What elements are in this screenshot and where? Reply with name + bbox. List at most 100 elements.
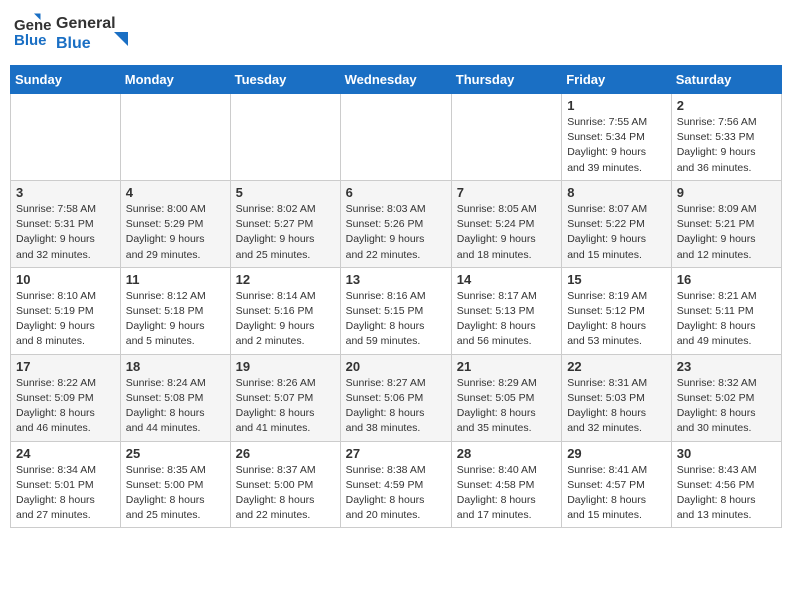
weekday-friday: Friday — [562, 66, 672, 94]
day-number: 18 — [126, 359, 225, 374]
day-info: Sunrise: 8:29 AM Sunset: 5:05 PM Dayligh… — [457, 376, 556, 437]
day-info: Sunrise: 8:37 AM Sunset: 5:00 PM Dayligh… — [236, 463, 335, 524]
calendar-cell: 23 Sunrise: 8:32 AM Sunset: 5:02 PM Dayli… — [671, 354, 781, 441]
weekday-sunday: Sunday — [11, 66, 121, 94]
day-info: Sunrise: 8:19 AM Sunset: 5:12 PM Dayligh… — [567, 289, 666, 350]
day-info: Sunrise: 8:05 AM Sunset: 5:24 PM Dayligh… — [457, 202, 556, 263]
day-info: Sunrise: 8:07 AM Sunset: 5:22 PM Dayligh… — [567, 202, 666, 263]
calendar-cell: 22Sunrise: 8:31 AM Sunset: 5:03 PM Dayli… — [562, 354, 672, 441]
calendar-cell: 28 Sunrise: 8:40 AM Sunset: 4:58 PM Dayli… — [451, 441, 561, 528]
calendar-cell: 19 Sunrise: 8:26 AM Sunset: 5:07 PM Dayli… — [230, 354, 340, 441]
calendar-cell — [340, 94, 451, 181]
logo: General Blue General Blue — [14, 10, 146, 57]
calendar-week-1: 1 Sunrise: 7:55 AM Sunset: 5:34 PM Daylig… — [11, 94, 782, 181]
day-info: Sunrise: 8:00 AM Sunset: 5:29 PM Dayligh… — [126, 202, 225, 263]
calendar-cell: 15 Sunrise: 8:19 AM Sunset: 5:12 PM Dayli… — [562, 267, 672, 354]
weekday-saturday: Saturday — [671, 66, 781, 94]
calendar-cell: 25Sunrise: 8:35 AM Sunset: 5:00 PM Dayli… — [120, 441, 230, 528]
calendar-cell: 29Sunrise: 8:41 AM Sunset: 4:57 PM Dayli… — [562, 441, 672, 528]
day-number: 13 — [346, 272, 446, 287]
day-info: Sunrise: 8:27 AM Sunset: 5:06 PM Dayligh… — [346, 376, 446, 437]
calendar-week-2: 3 Sunrise: 7:58 AM Sunset: 5:31 PM Daylig… — [11, 180, 782, 267]
day-number: 1 — [567, 98, 666, 113]
day-number: 15 — [567, 272, 666, 287]
day-number: 14 — [457, 272, 556, 287]
calendar-cell: 16 Sunrise: 8:21 AM Sunset: 5:11 PM Dayli… — [671, 267, 781, 354]
svg-text:General: General — [56, 15, 116, 32]
day-info: Sunrise: 7:58 AM Sunset: 5:31 PM Dayligh… — [16, 202, 115, 263]
day-number: 26 — [236, 446, 335, 461]
day-number: 27 — [346, 446, 446, 461]
day-number: 21 — [457, 359, 556, 374]
day-number: 4 — [126, 185, 225, 200]
calendar-cell: 2Sunrise: 7:56 AM Sunset: 5:33 PM Daylig… — [671, 94, 781, 181]
day-info: Sunrise: 8:21 AM Sunset: 5:11 PM Dayligh… — [677, 289, 776, 350]
calendar-cell: 17 Sunrise: 8:22 AM Sunset: 5:09 PM Dayli… — [11, 354, 121, 441]
weekday-header-row: SundayMondayTuesdayWednesdayThursdayFrid… — [11, 66, 782, 94]
weekday-monday: Monday — [120, 66, 230, 94]
calendar-cell: 27 Sunrise: 8:38 AM Sunset: 4:59 PM Dayli… — [340, 441, 451, 528]
day-number: 28 — [457, 446, 556, 461]
calendar-cell: 21 Sunrise: 8:29 AM Sunset: 5:05 PM Dayli… — [451, 354, 561, 441]
day-number: 12 — [236, 272, 335, 287]
calendar-cell: 3 Sunrise: 7:58 AM Sunset: 5:31 PM Daylig… — [11, 180, 121, 267]
day-info: Sunrise: 8:31 AM Sunset: 5:03 PM Dayligh… — [567, 376, 666, 437]
day-number: 11 — [126, 272, 225, 287]
logo-text-block: General Blue — [56, 10, 146, 57]
day-info: Sunrise: 8:40 AM Sunset: 4:58 PM Dayligh… — [457, 463, 556, 524]
day-info: Sunrise: 8:41 AM Sunset: 4:57 PM Dayligh… — [567, 463, 666, 524]
day-number: 5 — [236, 185, 335, 200]
day-info: Sunrise: 8:32 AM Sunset: 5:02 PM Dayligh… — [677, 376, 776, 437]
day-info: Sunrise: 8:35 AM Sunset: 5:00 PM Dayligh… — [126, 463, 225, 524]
weekday-thursday: Thursday — [451, 66, 561, 94]
day-info: Sunrise: 8:43 AM Sunset: 4:56 PM Dayligh… — [677, 463, 776, 524]
calendar-cell — [230, 94, 340, 181]
day-info: Sunrise: 8:22 AM Sunset: 5:09 PM Dayligh… — [16, 376, 115, 437]
day-info: Sunrise: 8:26 AM Sunset: 5:07 PM Dayligh… — [236, 376, 335, 437]
day-number: 16 — [677, 272, 776, 287]
day-number: 8 — [567, 185, 666, 200]
calendar-cell: 14Sunrise: 8:17 AM Sunset: 5:13 PM Dayli… — [451, 267, 561, 354]
weekday-wednesday: Wednesday — [340, 66, 451, 94]
day-number: 23 — [677, 359, 776, 374]
calendar-cell — [120, 94, 230, 181]
calendar-cell: 5 Sunrise: 8:02 AM Sunset: 5:27 PM Daylig… — [230, 180, 340, 267]
calendar-cell: 4 Sunrise: 8:00 AM Sunset: 5:29 PM Daylig… — [120, 180, 230, 267]
svg-text:Blue: Blue — [56, 35, 91, 52]
day-info: Sunrise: 8:02 AM Sunset: 5:27 PM Dayligh… — [236, 202, 335, 263]
calendar-week-5: 24 Sunrise: 8:34 AM Sunset: 5:01 PM Dayli… — [11, 441, 782, 528]
day-info: Sunrise: 8:12 AM Sunset: 5:18 PM Dayligh… — [126, 289, 225, 350]
calendar-cell: 13 Sunrise: 8:16 AM Sunset: 5:15 PM Dayli… — [340, 267, 451, 354]
calendar-cell: 18 Sunrise: 8:24 AM Sunset: 5:08 PM Dayli… — [120, 354, 230, 441]
day-number: 3 — [16, 185, 115, 200]
day-info: Sunrise: 7:56 AM Sunset: 5:33 PM Dayligh… — [677, 115, 776, 176]
day-number: 30 — [677, 446, 776, 461]
day-number: 19 — [236, 359, 335, 374]
day-info: Sunrise: 8:10 AM Sunset: 5:19 PM Dayligh… — [16, 289, 115, 350]
day-info: Sunrise: 8:24 AM Sunset: 5:08 PM Dayligh… — [126, 376, 225, 437]
logo-icon: General Blue — [14, 12, 52, 55]
calendar-cell: 12 Sunrise: 8:14 AM Sunset: 5:16 PM Dayli… — [230, 267, 340, 354]
day-info: Sunrise: 8:34 AM Sunset: 5:01 PM Dayligh… — [16, 463, 115, 524]
weekday-tuesday: Tuesday — [230, 66, 340, 94]
day-info: Sunrise: 8:38 AM Sunset: 4:59 PM Dayligh… — [346, 463, 446, 524]
calendar-cell — [451, 94, 561, 181]
day-info: Sunrise: 8:09 AM Sunset: 5:21 PM Dayligh… — [677, 202, 776, 263]
calendar-cell: 30 Sunrise: 8:43 AM Sunset: 4:56 PM Dayli… — [671, 441, 781, 528]
calendar-cell: 8 Sunrise: 8:07 AM Sunset: 5:22 PM Daylig… — [562, 180, 672, 267]
day-number: 17 — [16, 359, 115, 374]
calendar-cell — [11, 94, 121, 181]
calendar-cell: 6Sunrise: 8:03 AM Sunset: 5:26 PM Daylig… — [340, 180, 451, 267]
calendar-cell: 1 Sunrise: 7:55 AM Sunset: 5:34 PM Daylig… — [562, 94, 672, 181]
svg-text:Blue: Blue — [14, 32, 47, 49]
day-number: 7 — [457, 185, 556, 200]
day-info: Sunrise: 8:14 AM Sunset: 5:16 PM Dayligh… — [236, 289, 335, 350]
day-info: Sunrise: 8:16 AM Sunset: 5:15 PM Dayligh… — [346, 289, 446, 350]
day-info: Sunrise: 8:03 AM Sunset: 5:26 PM Dayligh… — [346, 202, 446, 263]
calendar-table: SundayMondayTuesdayWednesdayThursdayFrid… — [10, 65, 782, 528]
day-number: 24 — [16, 446, 115, 461]
day-info: Sunrise: 7:55 AM Sunset: 5:34 PM Dayligh… — [567, 115, 666, 176]
calendar-week-4: 17 Sunrise: 8:22 AM Sunset: 5:09 PM Dayli… — [11, 354, 782, 441]
page-header: General Blue General Blue — [10, 10, 782, 57]
calendar-cell: 20Sunrise: 8:27 AM Sunset: 5:06 PM Dayli… — [340, 354, 451, 441]
